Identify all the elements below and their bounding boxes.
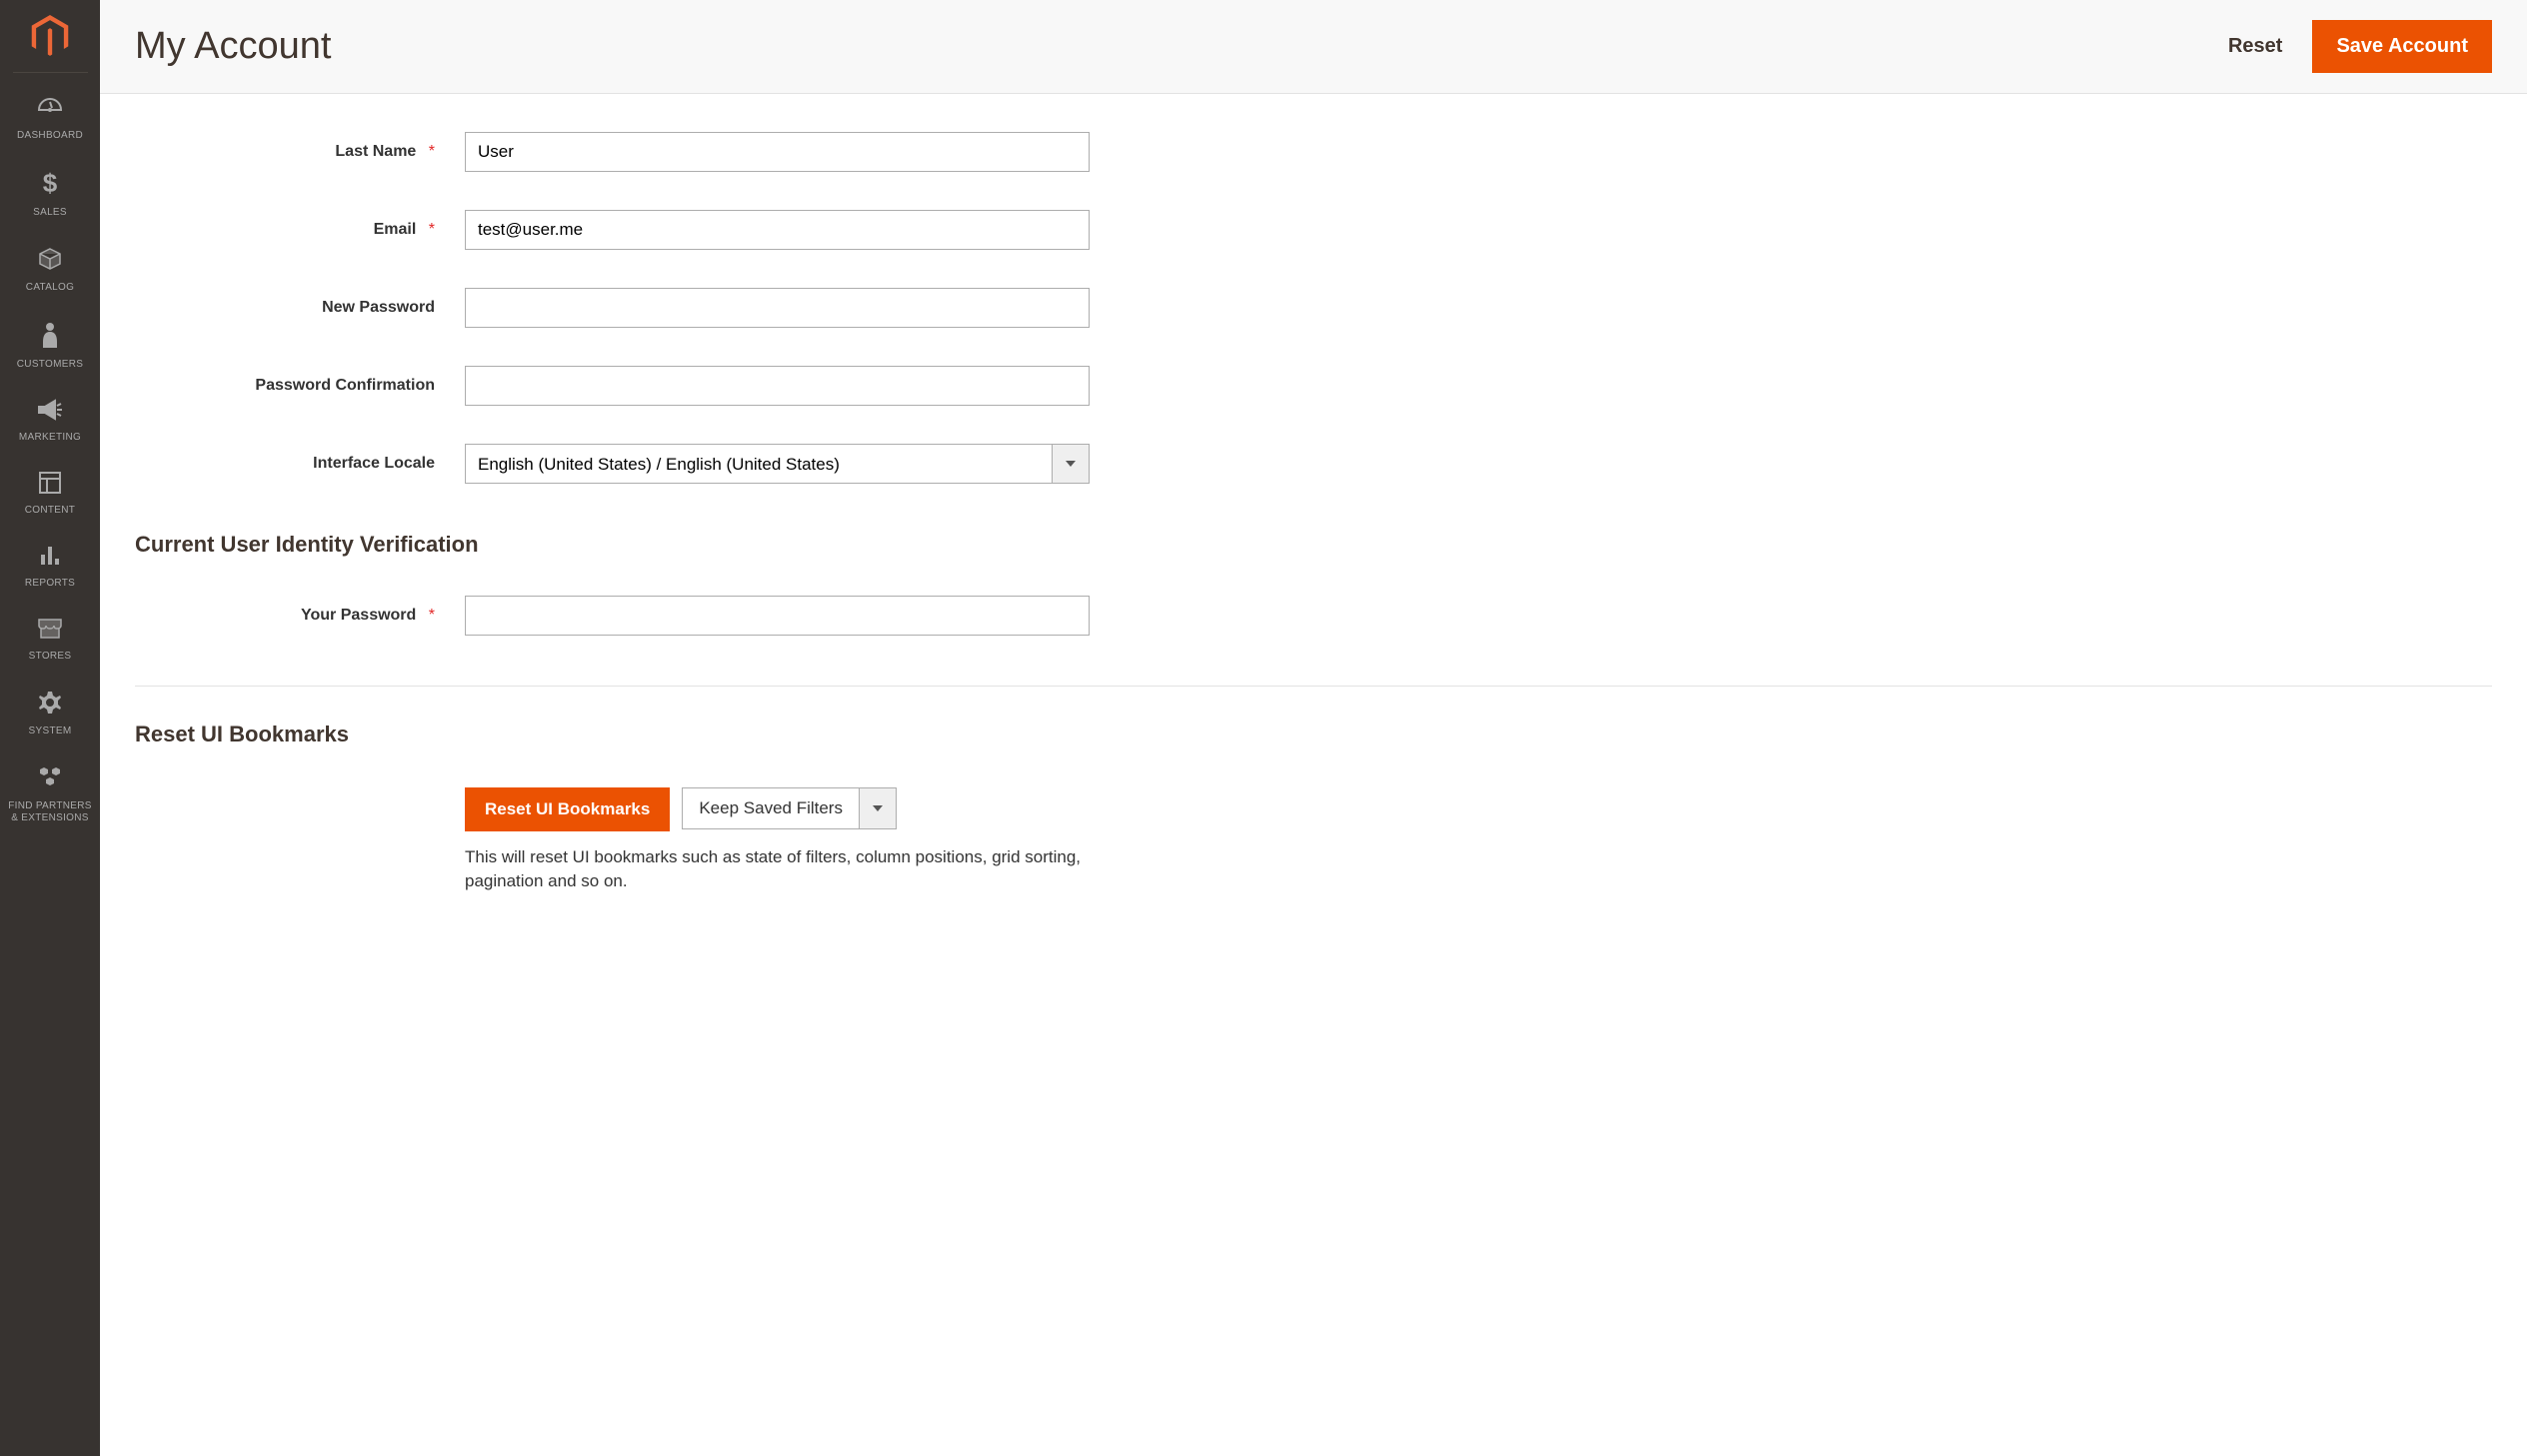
filter-dropdown-toggle[interactable] bbox=[859, 787, 897, 829]
filter-select: Keep Saved Filters bbox=[682, 787, 897, 829]
main-content: My Account Reset Save Account Last Name … bbox=[100, 0, 2527, 1456]
form-content: Last Name * Email * New Password Passwor… bbox=[100, 94, 2527, 933]
password-confirmation-label: Password Confirmation bbox=[135, 377, 465, 395]
interface-locale-row: Interface Locale English (United States)… bbox=[135, 444, 2492, 484]
gear-icon bbox=[38, 691, 62, 722]
nav-label: MARKETING bbox=[19, 432, 81, 444]
nav-content[interactable]: CONTENT bbox=[0, 458, 100, 531]
bookmarks-buttons: Reset UI Bookmarks Keep Saved Filters bbox=[465, 787, 1085, 831]
nav-label: CATALOG bbox=[26, 282, 74, 294]
dashboard-icon bbox=[37, 97, 63, 126]
locale-dropdown-toggle[interactable] bbox=[1052, 444, 1090, 484]
required-mark: * bbox=[429, 143, 435, 160]
last-name-label: Last Name * bbox=[135, 143, 465, 161]
new-password-label: New Password bbox=[135, 299, 465, 317]
interface-locale-label: Interface Locale bbox=[135, 455, 465, 473]
nav-label: STORES bbox=[29, 651, 72, 663]
email-row: Email * bbox=[135, 210, 2492, 250]
email-input[interactable] bbox=[465, 210, 1090, 250]
bookmarks-help-text: This will reset UI bookmarks such as sta… bbox=[465, 845, 1085, 893]
bookmarks-controls: Reset UI Bookmarks Keep Saved Filters Th… bbox=[465, 787, 1085, 893]
page-title: My Account bbox=[135, 25, 331, 68]
new-password-row: New Password bbox=[135, 288, 2492, 328]
reset-bookmarks-button[interactable]: Reset UI Bookmarks bbox=[465, 787, 670, 831]
nav-label: CUSTOMERS bbox=[17, 359, 83, 371]
nav-stores[interactable]: STORES bbox=[0, 604, 100, 677]
reset-button[interactable]: Reset bbox=[2228, 35, 2282, 58]
bars-icon bbox=[39, 545, 61, 574]
required-mark: * bbox=[429, 221, 435, 238]
nav-label: CONTENT bbox=[25, 505, 75, 517]
section-divider bbox=[135, 686, 2492, 687]
dollar-icon: $ bbox=[42, 170, 58, 203]
filter-select-value[interactable]: Keep Saved Filters bbox=[682, 787, 859, 829]
nav-label: DASHBOARD bbox=[17, 130, 83, 142]
page-header: My Account Reset Save Account bbox=[100, 0, 2527, 94]
nav-label: SYSTEM bbox=[29, 726, 72, 737]
interface-locale-select-wrapper: English (United States) / English (Unite… bbox=[465, 444, 1090, 484]
chevron-down-icon bbox=[1066, 461, 1076, 467]
nav-customers[interactable]: CUSTOMERS bbox=[0, 308, 100, 385]
required-mark: * bbox=[429, 607, 435, 624]
sidebar: DASHBOARD $ SALES CATALOG CUSTOMERS MARK… bbox=[0, 0, 100, 1456]
your-password-label: Your Password * bbox=[135, 607, 465, 625]
nav-sales[interactable]: $ SALES bbox=[0, 156, 100, 233]
nav-system[interactable]: SYSTEM bbox=[0, 677, 100, 751]
your-password-input[interactable] bbox=[465, 596, 1090, 636]
header-actions: Reset Save Account bbox=[2228, 20, 2492, 73]
verification-heading: Current User Identity Verification bbox=[135, 532, 2492, 558]
password-confirmation-input[interactable] bbox=[465, 366, 1090, 406]
megaphone-icon bbox=[37, 399, 63, 428]
nav-label: FIND PARTNERS & EXTENSIONS bbox=[5, 800, 95, 824]
cube-icon bbox=[38, 247, 62, 278]
storefront-icon bbox=[37, 618, 63, 647]
person-icon bbox=[41, 322, 59, 355]
magento-logo[interactable] bbox=[13, 15, 88, 73]
nav-catalog[interactable]: CATALOG bbox=[0, 233, 100, 308]
bookmarks-heading: Reset UI Bookmarks bbox=[135, 722, 2492, 747]
nav-dashboard[interactable]: DASHBOARD bbox=[0, 83, 100, 156]
your-password-row: Your Password * bbox=[135, 596, 2492, 636]
save-account-button[interactable]: Save Account bbox=[2312, 20, 2492, 73]
layout-icon bbox=[39, 472, 61, 501]
last-name-input[interactable] bbox=[465, 132, 1090, 172]
nav-partners[interactable]: FIND PARTNERS & EXTENSIONS bbox=[0, 751, 100, 838]
blocks-icon bbox=[38, 765, 62, 796]
password-confirmation-row: Password Confirmation bbox=[135, 366, 2492, 406]
nav-label: REPORTS bbox=[25, 578, 75, 590]
chevron-down-icon bbox=[873, 805, 883, 811]
last-name-row: Last Name * bbox=[135, 132, 2492, 172]
bookmarks-row: Reset UI Bookmarks Keep Saved Filters Th… bbox=[135, 787, 2492, 893]
svg-text:$: $ bbox=[43, 170, 58, 196]
new-password-input[interactable] bbox=[465, 288, 1090, 328]
nav-marketing[interactable]: MARKETING bbox=[0, 385, 100, 458]
email-label: Email * bbox=[135, 221, 465, 239]
nav-label: SALES bbox=[33, 207, 67, 219]
interface-locale-select[interactable]: English (United States) / English (Unite… bbox=[465, 444, 1052, 484]
nav-reports[interactable]: REPORTS bbox=[0, 531, 100, 604]
